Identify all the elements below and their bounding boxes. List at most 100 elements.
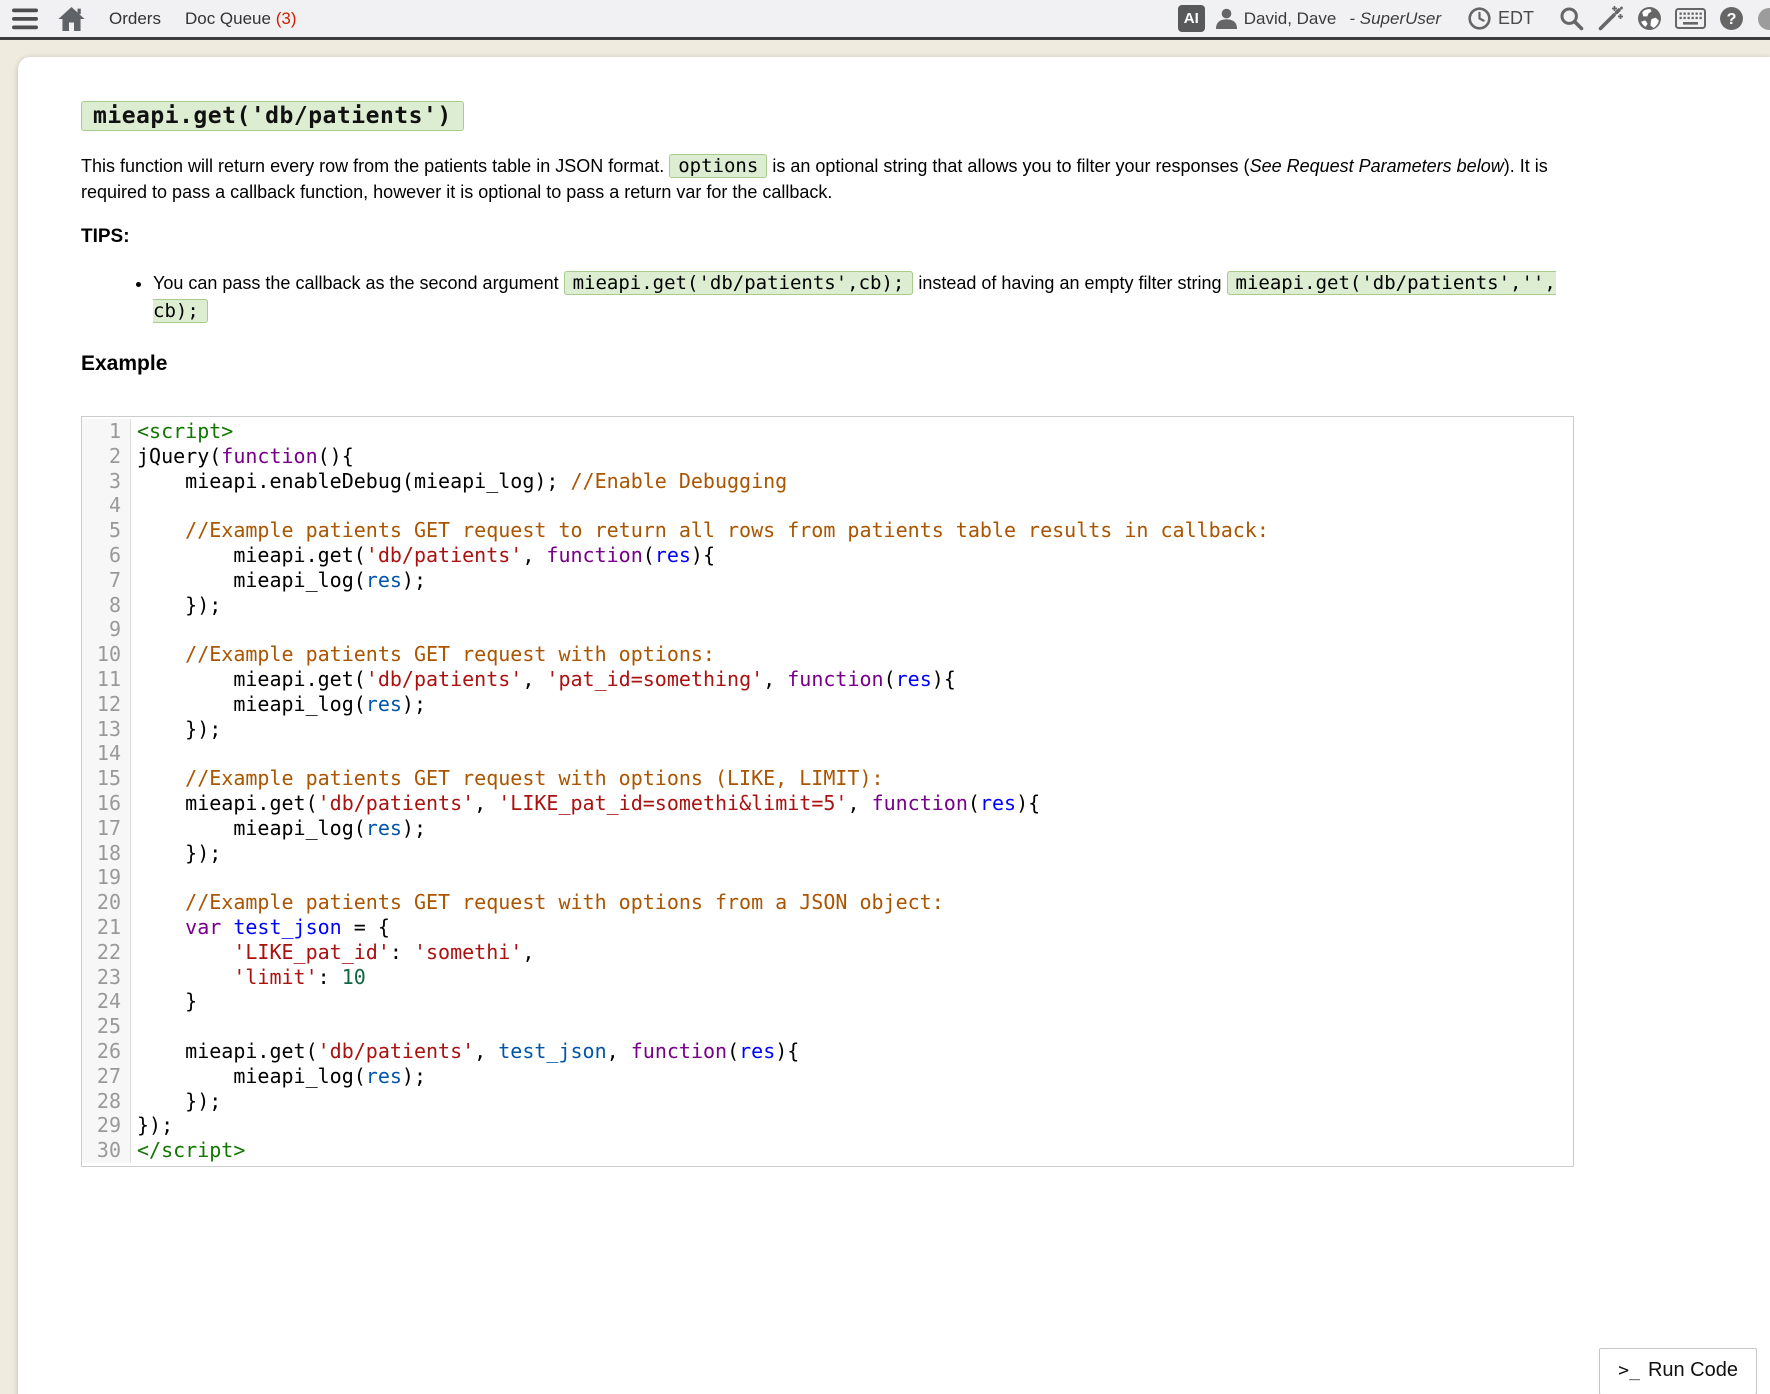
line-number: 18 [82, 841, 131, 866]
line-number: 29 [82, 1113, 131, 1138]
run-row: >_Run Code [63, 1348, 1757, 1394]
code-row: 10 //Example patients GET request with o… [82, 642, 1573, 667]
line-number: 27 [82, 1064, 131, 1089]
nav-orders[interactable]: Orders [109, 9, 161, 29]
code-row: 20 //Example patients GET request with o… [82, 890, 1573, 915]
line-number: 17 [82, 816, 131, 841]
globe-icon[interactable] [1637, 6, 1662, 31]
code-line: } [131, 989, 1573, 1014]
code-line: mieapi.get('db/patients', test_json, fun… [131, 1039, 1573, 1064]
example-heading: Example [81, 352, 1574, 376]
line-number: 10 [82, 642, 131, 667]
partial-circle-icon[interactable] [1757, 7, 1770, 31]
svg-text:?: ? [1727, 10, 1737, 28]
code-row: 19 [82, 865, 1573, 890]
code-row: 18 }); [82, 841, 1573, 866]
line-number: 26 [82, 1039, 131, 1064]
code-row: 8 }); [82, 593, 1573, 618]
code-row: 24 } [82, 989, 1573, 1014]
inline-code-chip: options [669, 154, 767, 178]
code-line: }); [131, 593, 1573, 618]
doc-queue-count: (3) [276, 9, 297, 28]
code-line: }); [131, 1113, 1573, 1138]
home-icon[interactable] [58, 7, 85, 31]
code-line: mieapi_log(res); [131, 1064, 1573, 1089]
code-line [131, 1014, 1573, 1039]
code-line [131, 493, 1573, 518]
code-row: 17 mieapi_log(res); [82, 816, 1573, 841]
search-icon[interactable] [1559, 6, 1584, 31]
line-number: 11 [82, 667, 131, 692]
user-icon [1216, 8, 1237, 29]
user-name[interactable]: David, Dave [1244, 9, 1337, 29]
code-row: 1<script> [82, 419, 1573, 444]
code-row: 15 //Example patients GET request with o… [82, 766, 1573, 791]
code-line [131, 865, 1573, 890]
code-line: mieapi_log(res); [131, 692, 1573, 717]
code-row: 27 mieapi_log(res); [82, 1064, 1573, 1089]
clock-icon[interactable] [1468, 7, 1491, 30]
code-row: 23 'limit': 10 [82, 965, 1573, 990]
ai-badge[interactable]: AI [1178, 5, 1205, 32]
menu-icon[interactable] [12, 8, 38, 30]
code-line: mieapi.enableDebug(mieapi_log); //Enable… [131, 469, 1573, 494]
code-row: 3 mieapi.enableDebug(mieapi_log); //Enab… [82, 469, 1573, 494]
code-row: 4 [82, 493, 1573, 518]
tips-heading: TIPS: [81, 226, 1574, 248]
emphasis-text: See Request Parameters below [1250, 156, 1504, 176]
line-number: 20 [82, 890, 131, 915]
content-card: mieapi.get('db/patients') This function … [18, 57, 1770, 1394]
terminal-prompt-icon: >_ [1618, 1360, 1640, 1381]
code-row: 25 [82, 1014, 1573, 1039]
line-number: 21 [82, 915, 131, 940]
code-row: 30</script> [82, 1138, 1573, 1163]
code-row: 14 [82, 741, 1573, 766]
line-number: 4 [82, 493, 131, 518]
code-line: }); [131, 841, 1573, 866]
line-number: 7 [82, 568, 131, 593]
line-number: 12 [82, 692, 131, 717]
code-row: 16 mieapi.get('db/patients', 'LIKE_pat_i… [82, 791, 1573, 816]
line-number: 22 [82, 940, 131, 965]
run-code-button[interactable]: >_Run Code [1599, 1348, 1757, 1394]
line-number: 16 [82, 791, 131, 816]
code-row: 11 mieapi.get('db/patients', 'pat_id=som… [82, 667, 1573, 692]
help-icon[interactable]: ? [1719, 6, 1744, 31]
nav-doc-queue[interactable]: Doc Queue (3) [185, 9, 297, 29]
tips-list: You can pass the callback as the second … [81, 269, 1574, 325]
page-title: mieapi.get('db/patients') [81, 103, 1574, 129]
page-background: mieapi.get('db/patients') This function … [0, 57, 1770, 1394]
code-line: mieapi_log(res); [131, 568, 1573, 593]
code-line: </script> [131, 1138, 1573, 1163]
code-line: //Example patients GET request with opti… [131, 766, 1573, 791]
code-line: //Example patients GET request with opti… [131, 642, 1573, 667]
code-line: //Example patients GET request to return… [131, 518, 1573, 543]
code-line: mieapi_log(res); [131, 816, 1573, 841]
line-number: 9 [82, 617, 131, 642]
line-number: 3 [82, 469, 131, 494]
code-row: 7 mieapi_log(res); [82, 568, 1573, 593]
tip-item: You can pass the callback as the second … [153, 269, 1574, 325]
line-number: 13 [82, 717, 131, 742]
timezone-label: EDT [1498, 8, 1534, 29]
code-row: 9 [82, 617, 1573, 642]
code-row: 2jQuery(function(){ [82, 444, 1573, 469]
code-row: 29}); [82, 1113, 1573, 1138]
code-row: 13 }); [82, 717, 1573, 742]
inline-code-chip: mieapi.get('db/patients',cb); [564, 271, 914, 295]
code-line: 'limit': 10 [131, 965, 1573, 990]
code-line [131, 741, 1573, 766]
code-line: }); [131, 717, 1573, 742]
code-row: 21 var test_json = { [82, 915, 1573, 940]
line-number: 30 [82, 1138, 131, 1163]
code-editor[interactable]: 1<script>2jQuery(function(){3 mieapi.ena… [81, 416, 1574, 1167]
user-role: - SuperUser [1349, 9, 1441, 29]
code-line [131, 617, 1573, 642]
line-number: 15 [82, 766, 131, 791]
api-title-chip: mieapi.get('db/patients') [81, 101, 464, 131]
code-line: mieapi.get('db/patients', 'pat_id=someth… [131, 667, 1573, 692]
wand-icon[interactable] [1597, 5, 1624, 32]
code-line: var test_json = { [131, 915, 1573, 940]
keyboard-icon[interactable] [1675, 8, 1706, 29]
line-number: 6 [82, 543, 131, 568]
